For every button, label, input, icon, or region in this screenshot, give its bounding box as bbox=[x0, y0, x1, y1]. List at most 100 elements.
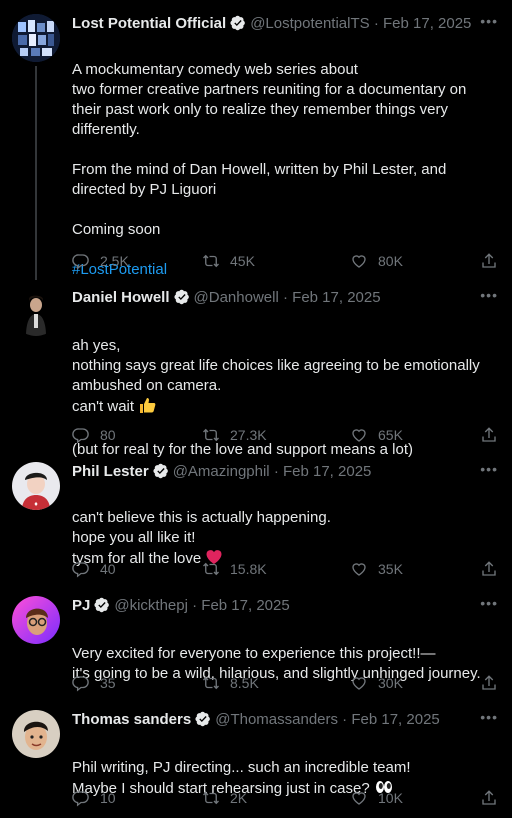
share-icon bbox=[480, 426, 498, 444]
more-icon[interactable]: ••• bbox=[480, 14, 498, 28]
tweet-header: Thomas sanders @Thomassanders · Feb 17, 2… bbox=[72, 710, 472, 730]
like-count: 10K bbox=[378, 790, 403, 806]
separator: · bbox=[342, 711, 348, 728]
like-icon bbox=[350, 674, 368, 692]
timestamp[interactable]: Feb 17, 2025 bbox=[351, 711, 439, 728]
retweet-count: 8.5K bbox=[230, 675, 259, 691]
like-button[interactable]: 65K bbox=[350, 425, 403, 445]
retweet-icon bbox=[202, 426, 220, 444]
like-count: 65K bbox=[378, 427, 403, 443]
reply-count: 10 bbox=[100, 790, 116, 806]
like-icon bbox=[350, 560, 368, 578]
like-button[interactable]: 10K bbox=[350, 788, 403, 808]
timestamp[interactable]: Feb 17, 2025 bbox=[383, 15, 471, 32]
like-icon bbox=[350, 426, 368, 444]
tweet-pj[interactable]: PJ @kickthepj · Feb 17, 2025 ••• Very exc… bbox=[0, 596, 512, 696]
reply-icon bbox=[72, 252, 90, 270]
avatar[interactable] bbox=[12, 288, 60, 336]
retweet-button[interactable]: 27.3K bbox=[202, 425, 267, 445]
share-icon bbox=[480, 560, 498, 578]
share-button[interactable] bbox=[480, 251, 498, 271]
more-icon[interactable]: ••• bbox=[480, 462, 498, 476]
avatar[interactable]: ♦ bbox=[12, 462, 60, 510]
retweet-button[interactable]: 45K bbox=[202, 251, 255, 271]
display-name[interactable]: PJ bbox=[72, 597, 90, 614]
like-count: 30K bbox=[378, 675, 403, 691]
share-icon bbox=[480, 252, 498, 270]
retweet-count: 45K bbox=[230, 253, 255, 269]
separator: · bbox=[282, 289, 288, 306]
display-name[interactable]: Thomas sanders bbox=[72, 711, 191, 728]
handle[interactable]: @LostpotentialTS bbox=[250, 15, 369, 32]
reply-count: 40 bbox=[100, 561, 116, 577]
display-name[interactable]: Phil Lester bbox=[72, 463, 149, 480]
tweet-actions: 80 27.3K 65K bbox=[72, 425, 498, 445]
handle[interactable]: @Thomassanders bbox=[215, 711, 338, 728]
like-icon bbox=[350, 789, 368, 807]
reply-icon bbox=[72, 789, 90, 807]
tweet-header: Phil Lester @Amazingphil · Feb 17, 2025 bbox=[72, 462, 472, 482]
more-icon[interactable]: ••• bbox=[480, 596, 498, 610]
like-button[interactable]: 35K bbox=[350, 559, 403, 579]
reply-button[interactable]: 2.5K bbox=[72, 251, 129, 271]
reply-button[interactable]: 40 bbox=[72, 559, 116, 579]
share-button[interactable] bbox=[480, 559, 498, 579]
tweet-thomas-sanders[interactable]: Thomas sanders @Thomassanders · Feb 17, 2… bbox=[0, 710, 512, 810]
tweet-daniel-howell[interactable]: Daniel Howell @Danhowell · Feb 17, 2025 •… bbox=[0, 288, 512, 458]
handle[interactable]: @Danhowell bbox=[194, 289, 279, 306]
retweet-button[interactable]: 2K bbox=[202, 788, 247, 808]
timestamp[interactable]: Feb 17, 2025 bbox=[201, 597, 289, 614]
tweet-header: Daniel Howell @Danhowell · Feb 17, 2025 bbox=[72, 288, 472, 308]
timestamp[interactable]: Feb 17, 2025 bbox=[283, 463, 371, 480]
retweet-button[interactable]: 8.5K bbox=[202, 673, 259, 693]
avatar[interactable] bbox=[12, 710, 60, 758]
retweet-button[interactable]: 15.8K bbox=[202, 559, 267, 579]
more-icon[interactable]: ••• bbox=[480, 710, 498, 724]
share-button[interactable] bbox=[480, 788, 498, 808]
share-button[interactable] bbox=[480, 673, 498, 693]
timestamp[interactable]: Feb 17, 2025 bbox=[292, 289, 380, 306]
tweet-actions: 35 8.5K 30K bbox=[72, 673, 498, 693]
avatar[interactable] bbox=[12, 596, 60, 644]
retweet-count: 27.3K bbox=[230, 427, 267, 443]
share-button[interactable] bbox=[480, 425, 498, 445]
handle[interactable]: @Amazingphil bbox=[173, 463, 270, 480]
separator: · bbox=[192, 597, 198, 614]
display-name[interactable]: Daniel Howell bbox=[72, 289, 170, 306]
thread-line bbox=[35, 66, 37, 280]
verified-badge-icon bbox=[153, 463, 169, 479]
more-icon[interactable]: ••• bbox=[480, 288, 498, 302]
retweet-icon bbox=[202, 789, 220, 807]
reply-button[interactable]: 10 bbox=[72, 788, 116, 808]
avatar[interactable] bbox=[12, 14, 60, 62]
share-icon bbox=[480, 674, 498, 692]
handle[interactable]: @kickthepj bbox=[114, 597, 188, 614]
verified-badge-icon bbox=[94, 597, 110, 613]
retweet-icon bbox=[202, 560, 220, 578]
retweet-count: 15.8K bbox=[230, 561, 267, 577]
separator: · bbox=[273, 463, 279, 480]
svg-text:♦: ♦ bbox=[34, 501, 38, 508]
tweet-text-part-a: ah yes, nothing says great life choices … bbox=[72, 337, 480, 415]
tweet-lost-potential[interactable]: Lost Potential Official @LostpotentialTS … bbox=[0, 14, 512, 280]
retweet-count: 2K bbox=[230, 790, 248, 806]
tweet-actions: 40 15.8K 35K bbox=[72, 559, 498, 579]
like-icon bbox=[350, 252, 368, 270]
reply-icon bbox=[72, 426, 90, 444]
reply-count: 35 bbox=[100, 675, 116, 691]
tweet-phil-lester[interactable]: ♦ Phil Lester @Amazingphil · Feb 17, 2025… bbox=[0, 462, 512, 582]
verified-badge-icon bbox=[174, 289, 190, 305]
tweet-actions: 10 2K 10K bbox=[72, 788, 498, 808]
like-button[interactable]: 30K bbox=[350, 673, 403, 693]
reply-button[interactable]: 35 bbox=[72, 673, 116, 693]
reply-button[interactable]: 80 bbox=[72, 425, 116, 445]
like-button[interactable]: 80K bbox=[350, 251, 403, 271]
reply-icon bbox=[72, 674, 90, 692]
display-name[interactable]: Lost Potential Official bbox=[72, 15, 226, 32]
share-icon bbox=[480, 789, 498, 807]
reply-count: 2.5K bbox=[100, 253, 129, 269]
tweet-text: A mockumentary comedy web series about t… bbox=[72, 40, 496, 280]
like-count: 80K bbox=[378, 253, 403, 269]
tweet-header: PJ @kickthepj · Feb 17, 2025 bbox=[72, 596, 472, 616]
retweet-icon bbox=[202, 674, 220, 692]
